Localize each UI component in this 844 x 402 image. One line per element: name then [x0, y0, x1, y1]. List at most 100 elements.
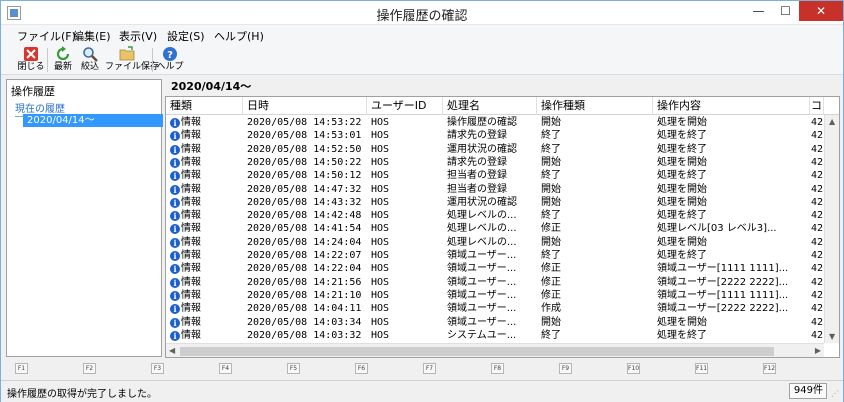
fkey-f8[interactable]: F8 — [491, 363, 504, 374]
cell-operation-type: 開始 — [537, 156, 653, 169]
info-icon: i — [170, 290, 180, 301]
cell-operation-type-text: 開始 — [541, 236, 561, 248]
cell-operation-type: 修正 — [537, 222, 653, 235]
cell-type: i 情報 — [166, 249, 243, 262]
column-header-process-name[interactable]: 処理名 — [443, 97, 537, 115]
table-row[interactable]: i 情報 2020/05/08 14:53:22 HOS 操作履歴の確認 開始 処理を開始 4… — [166, 116, 824, 129]
fkey-f4[interactable]: F4 — [219, 363, 232, 374]
cell-type-text: 情報 — [181, 210, 201, 222]
filter-button[interactable]: 絞込 — [78, 45, 102, 75]
table-row[interactable]: i 情報 2020/05/08 14:21:10 HOS 領域ユーザー... 修正 領域ユー… — [166, 289, 824, 302]
scroll-down-icon[interactable]: ▼ — [829, 332, 835, 341]
info-icon: i — [170, 184, 180, 195]
cell-operation-detail-text: 処理を終了 — [657, 250, 707, 261]
cell-user-id-text: HOS — [371, 130, 390, 142]
fkey-f6[interactable]: F6 — [355, 363, 368, 374]
horizontal-scrollbar[interactable]: ◀ ▶ — [166, 343, 824, 357]
history-grid[interactable]: 種類 日時 ユーザーID 処理名 操作種類 操作内容 コ i 情報 2020/05/… — [165, 96, 840, 358]
info-icon: i — [170, 330, 180, 341]
table-row[interactable]: i 情報 2020/05/08 14:03:34 HOS 領域ユーザー... 開始 処理を開… — [166, 316, 824, 329]
refresh-icon — [56, 46, 70, 61]
menu-help[interactable]: ヘルプ(H) — [214, 28, 264, 44]
cell-datetime-text: 2020/05/08 14:21:56 — [247, 276, 362, 288]
table-row[interactable]: i 情報 2020/05/08 14:43:32 HOS 運用状況の確認 開始 処理を開始 4… — [166, 196, 824, 209]
function-key-bar: F1 F2 F3 F4 F5 F6 F7 F8 F9 F10 F11 F12 — [1, 359, 843, 379]
scroll-right-icon[interactable]: ▶ — [815, 346, 821, 355]
cell-datetime: 2020/05/08 14:42:48 — [243, 209, 367, 222]
table-row[interactable]: i 情報 2020/05/08 14:22:07 HOS 領域ユーザー... 終了 処理を終… — [166, 249, 824, 262]
table-row[interactable]: i 情報 2020/05/08 14:41:54 HOS 処理レベルの... 修正 処理レベ… — [166, 222, 824, 235]
table-row[interactable]: i 情報 2020/05/08 14:50:22 HOS 請求先の登録 開始 処理を開始 42 — [166, 156, 824, 169]
cell-type: i 情報 — [166, 236, 243, 249]
menu-edit[interactable]: 編集(E) — [73, 28, 111, 44]
scroll-left-icon[interactable]: ◀ — [169, 346, 175, 355]
info-icon: i — [170, 304, 180, 315]
cell-type-text: 情報 — [181, 183, 201, 195]
column-header-extra[interactable]: コ — [810, 97, 824, 115]
fkey-f7[interactable]: F7 — [423, 363, 436, 374]
menu-file[interactable]: ファイル(F) — [17, 28, 76, 44]
maximize-icon[interactable]: ☐ — [772, 1, 799, 21]
table-row[interactable]: i 情報 2020/05/08 14:47:32 HOS 担当者の登録 開始 処理を開始 42 — [166, 183, 824, 196]
cell-datetime: 2020/05/08 14:43:32 — [243, 196, 367, 209]
close-window-icon[interactable]: ✕ — [799, 1, 843, 21]
cell-user-id-text: HOS — [371, 223, 390, 235]
table-row[interactable]: i 情報 2020/05/08 14:42:48 HOS 処理レベルの... 終了 処理を終… — [166, 209, 824, 222]
fkey-f11[interactable]: F11 — [695, 363, 708, 374]
cell-datetime-text: 2020/05/08 14:50:22 — [247, 156, 362, 168]
cell-user-id-text: HOS — [371, 156, 390, 168]
column-header-user-id[interactable]: ユーザーID — [367, 97, 443, 115]
table-row[interactable]: i 情報 2020/05/08 14:03:32 HOS システムユー... 終了 処理を終… — [166, 329, 824, 342]
vertical-scrollbar[interactable]: ▲ ▼ — [824, 115, 839, 343]
column-header-datetime[interactable]: 日時 — [243, 97, 367, 115]
fkey-f10[interactable]: F10 — [627, 363, 640, 374]
column-header-type[interactable]: 種類 — [166, 97, 243, 115]
cell-datetime-text: 2020/05/08 14:03:34 — [247, 316, 362, 328]
table-row[interactable]: i 情報 2020/05/08 14:24:04 HOS 処理レベルの... 開始 処理を開… — [166, 236, 824, 249]
save-file-button[interactable]: ファイル保存 — [105, 45, 159, 75]
help-button[interactable]: ? ヘルプ — [156, 45, 184, 75]
menu-view[interactable]: 表示(V) — [119, 28, 157, 44]
fkey-f5[interactable]: F5 — [287, 363, 300, 374]
cell-process-name: 運用状況の確認 — [443, 196, 537, 209]
cell-extra-text: 42 — [811, 250, 824, 261]
refresh-button[interactable]: 最新 — [51, 45, 75, 75]
folder-save-icon — [119, 46, 135, 61]
cell-user-id: HOS — [367, 196, 443, 209]
table-row[interactable]: i 情報 2020/05/08 14:22:04 HOS 領域ユーザー... 修正 領域ユー… — [166, 262, 824, 275]
fkey-f9[interactable]: F9 — [559, 363, 572, 374]
column-header-operation-type[interactable]: 操作種類 — [537, 97, 653, 115]
fkey-f12[interactable]: F12 — [763, 363, 776, 374]
cell-extra: 42 — [810, 276, 824, 289]
table-row[interactable]: i 情報 2020/05/08 14:52:50 HOS 運用状況の確認 終了 処理を終了 4… — [166, 143, 824, 156]
close-button[interactable]: 閉じる — [17, 45, 45, 75]
cell-extra: 42 — [810, 316, 824, 329]
cell-process-name: 領域ユーザー... — [443, 262, 537, 275]
cell-type-text: 情報 — [181, 156, 201, 168]
table-row[interactable]: i 情報 2020/05/08 14:50:12 HOS 担当者の登録 終了 処理を終了 42 — [166, 169, 824, 182]
minimize-icon[interactable]: — — [745, 1, 772, 21]
table-row[interactable]: i 情報 2020/05/08 14:21:56 HOS 領域ユーザー... 修正 領域ユー… — [166, 276, 824, 289]
cell-operation-detail-text: 処理を終了 — [657, 329, 707, 341]
cell-user-id-text: HOS — [371, 183, 390, 195]
resize-grip-icon[interactable]: ⋰ — [831, 389, 841, 399]
fkey-f3[interactable]: F3 — [151, 363, 164, 374]
menu-settings[interactable]: 設定(S) — [167, 28, 205, 44]
close-icon — [24, 47, 38, 61]
cell-process-name-text: 請求先の登録 — [447, 156, 507, 168]
history-item-selected[interactable]: 2020/04/14～ — [23, 114, 163, 127]
table-row[interactable]: i 情報 2020/05/08 14:04:11 HOS 領域ユーザー... 作成 領域ユー… — [166, 302, 824, 315]
cell-operation-type: 修正 — [537, 289, 653, 302]
cell-datetime: 2020/05/08 14:47:32 — [243, 183, 367, 196]
scroll-up-icon[interactable]: ▲ — [829, 117, 835, 126]
toolbar: 閉じる 最新 絞込 ファイル保存 ? ヘルプ — [1, 45, 843, 75]
cell-operation-detail-text: 処理を開始 — [657, 183, 707, 195]
fkey-f1[interactable]: F1 — [15, 363, 28, 374]
cell-datetime-text: 2020/05/08 14:21:10 — [247, 289, 362, 301]
fkey-f2[interactable]: F2 — [83, 363, 96, 374]
cell-operation-detail: 領域ユーザー[2222 2222]... — [653, 302, 810, 315]
horizontal-scroll-thumb[interactable] — [180, 347, 774, 356]
cell-type: i 情報 — [166, 196, 243, 209]
table-row[interactable]: i 情報 2020/05/08 14:53:01 HOS 請求先の登録 終了 処理を終了 42 — [166, 129, 824, 142]
column-header-operation-detail[interactable]: 操作内容 — [653, 97, 810, 115]
